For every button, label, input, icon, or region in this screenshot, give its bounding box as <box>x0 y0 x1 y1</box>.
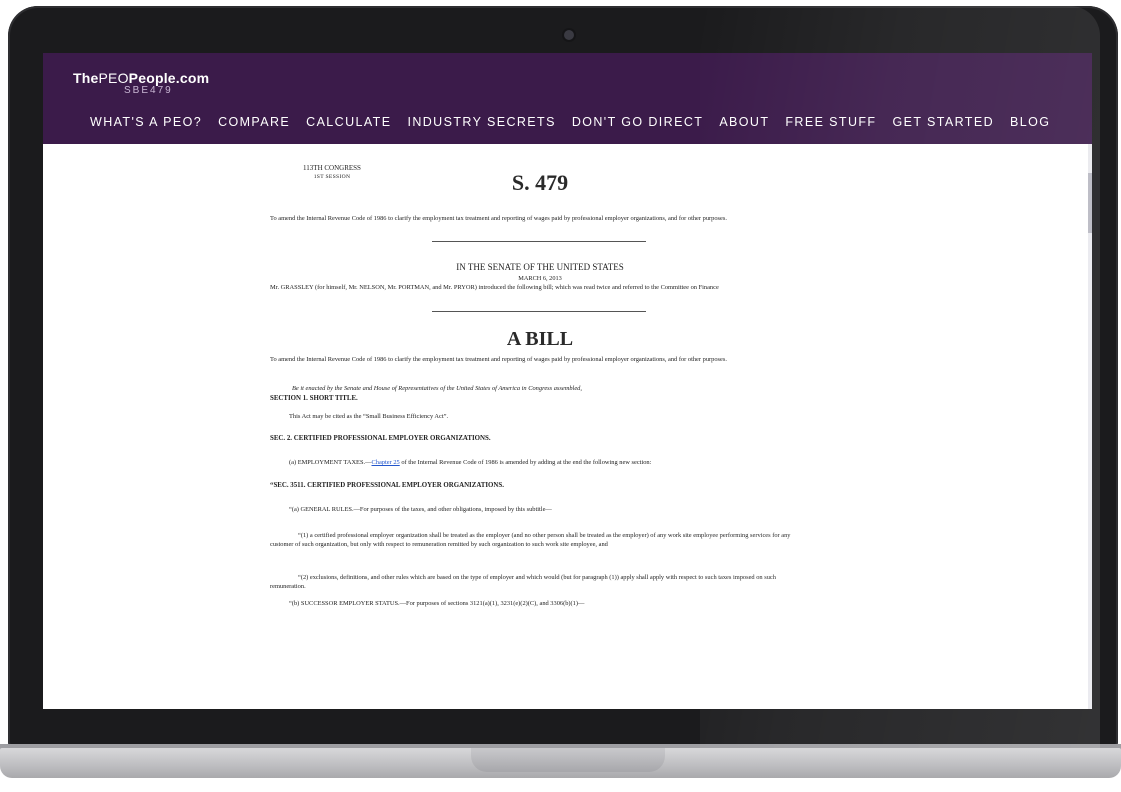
successor-employer-status: “(b) SUCCESSOR EMPLOYER STATUS.—For purp… <box>289 600 585 607</box>
bill-purpose-bottom: To amend the Internal Revenue Code of 19… <box>270 356 727 363</box>
nav-whats-a-peo[interactable]: WHAT'S A PEO? <box>90 115 202 131</box>
rule-1: “(1) a certified professional employer o… <box>270 532 791 548</box>
logo-people: People <box>128 70 176 86</box>
divider-top <box>432 241 646 242</box>
nav-calculate[interactable]: CALCULATE <box>306 115 391 131</box>
chapter-25-link[interactable]: Chapter 25 <box>372 459 400 466</box>
nav-dont-go-direct[interactable]: DON'T GO DIRECT <box>572 115 704 131</box>
nav-free-stuff[interactable]: FREE STUFF <box>785 115 876 131</box>
nav-compare[interactable]: COMPARE <box>218 115 290 131</box>
main-nav: WHAT'S A PEO? COMPARE CALCULATE INDUSTRY… <box>90 115 1066 131</box>
logo-subtitle: SBE479 <box>124 85 173 96</box>
section-2-a: (a) EMPLOYMENT TAXES.—Chapter 25 of the … <box>289 458 819 467</box>
camera-icon <box>564 30 574 40</box>
section-3511-heading: “SEC. 3511. CERTIFIED PROFESSIONAL EMPLO… <box>270 482 504 489</box>
section-1-text: This Act may be cited as the “Small Busi… <box>289 413 449 420</box>
bill-date: MARCH 6, 2013 <box>518 275 562 282</box>
scrollbar-thumb[interactable] <box>1088 173 1092 233</box>
a-bill-title: A BILL <box>506 328 574 350</box>
nav-industry-secrets[interactable]: INDUSTRY SECRETS <box>407 115 555 131</box>
logo-the: The <box>73 70 99 86</box>
section-2-heading: SEC. 2. CERTIFIED PROFESSIONAL EMPLOYER … <box>270 435 491 442</box>
section-2-a-suffix: of the Internal Revenue Code of 1986 is … <box>399 459 652 466</box>
laptop-notch <box>471 748 665 772</box>
nav-get-started[interactable]: GET STARTED <box>892 115 994 131</box>
bill-introduction: Mr. GRASSLEY (for himself, Mr. NELSON, M… <box>270 284 719 291</box>
site-header: ThePEOPeople.com SBE479 WHAT'S A PEO? CO… <box>43 53 1092 144</box>
screen: ThePEOPeople.com SBE479 WHAT'S A PEO? CO… <box>43 53 1092 709</box>
divider-bottom <box>432 311 646 312</box>
section-1-heading: SECTION 1. SHORT TITLE. <box>270 395 358 402</box>
general-rules: “(a) GENERAL RULES.—For purposes of the … <box>289 506 552 513</box>
enacting-clause: Be it enacted by the Senate and House of… <box>292 385 582 392</box>
nav-about[interactable]: ABOUT <box>719 115 769 131</box>
nav-blog[interactable]: BLOG <box>1010 115 1050 131</box>
site-logo[interactable]: ThePEOPeople.com <box>73 70 209 86</box>
bill-purpose-top: To amend the Internal Revenue Code of 19… <box>270 215 727 222</box>
logo-peo: PEO <box>98 70 129 86</box>
senate-heading: IN THE SENATE OF THE UNITED STATES <box>456 262 624 272</box>
bill-number: S. 479 <box>511 170 569 195</box>
logo-domain: .com <box>175 70 210 86</box>
rule-2: “(2) exclusions, definitions, and other … <box>270 574 776 590</box>
section-2-a-prefix: (a) EMPLOYMENT TAXES.— <box>289 459 372 466</box>
